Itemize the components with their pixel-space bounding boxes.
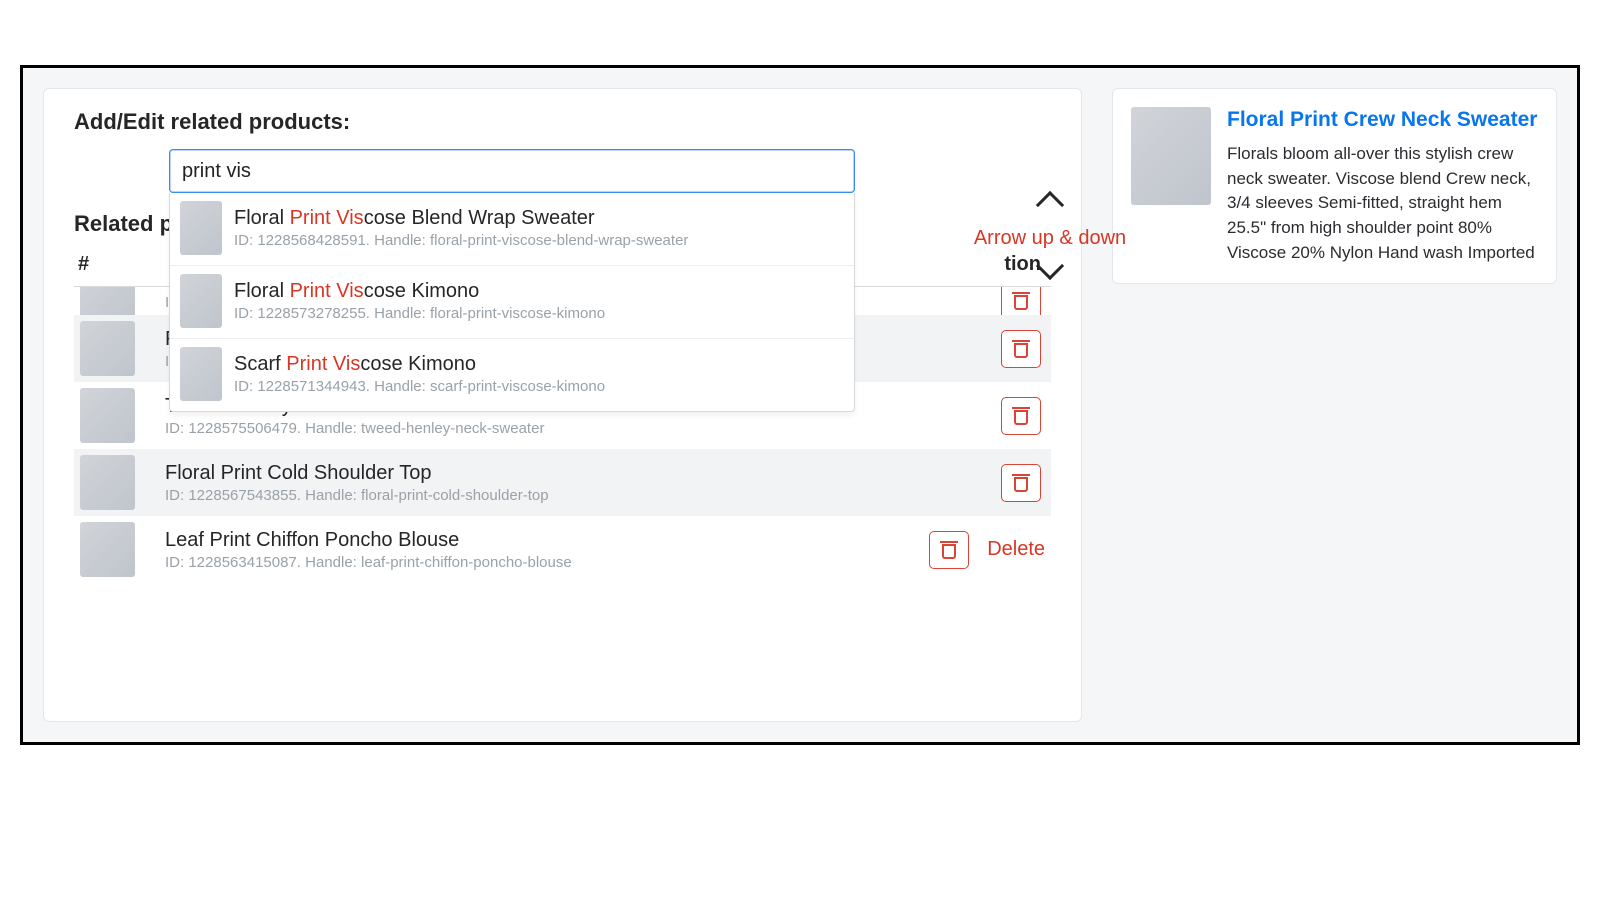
product-thumb (80, 455, 135, 510)
product-thumb (180, 274, 222, 328)
search-area: Floral Print Viscose Blend Wrap SweaterI… (169, 149, 1051, 193)
row-meta: ID: 1228567543855. Handle: floral-print-… (165, 487, 1001, 504)
autocomplete-item[interactable]: Floral Print Viscose Blend Wrap Sweater I… (170, 193, 854, 265)
suggestion-title: Floral Print Viscose Kimono (234, 280, 605, 303)
product-title-link[interactable]: Floral Print Crew Neck Sweater (1227, 107, 1538, 132)
product-thumb (180, 201, 222, 255)
row-meta: ID: 1228575506479. Handle: tweed-henley-… (165, 420, 1001, 437)
product-thumb (80, 388, 135, 443)
suggestion-title: Floral Print Viscose Blend Wrap Sweater (234, 207, 688, 230)
col-action-header: tion (931, 253, 1051, 276)
suggestion-title: Scarf Print Viscose Kimono (234, 353, 605, 376)
product-thumb (80, 287, 135, 315)
product-thumb (1131, 107, 1211, 205)
suggestion-meta: ID: 1228571344943. Handle: scarf-print-v… (234, 378, 605, 395)
section-heading: Add/Edit related products: (74, 109, 1051, 135)
row-title: Leaf Print Chiffon Poncho Blouse (165, 529, 929, 552)
delete-button[interactable] (1001, 397, 1041, 435)
autocomplete-item[interactable]: Floral Print Viscose Kimono ID: 122857327… (170, 265, 854, 338)
delete-label-callout: Delete (987, 538, 1045, 561)
search-input[interactable] (169, 149, 855, 193)
suggestion-meta: ID: 1228573278255. Handle: floral-print-… (234, 305, 605, 322)
row-meta: ID: 1228563415087. Handle: leaf-print-ch… (165, 554, 929, 571)
delete-button[interactable] (1001, 464, 1041, 502)
autocomplete-item[interactable]: Scarf Print Viscose Kimono ID: 1228571344… (170, 338, 854, 411)
trash-icon (1013, 474, 1029, 492)
product-thumb (180, 347, 222, 401)
trash-icon (1013, 340, 1029, 358)
delete-button[interactable] (1001, 287, 1041, 315)
related-products-editor: Add/Edit related products: Floral Print … (43, 88, 1082, 722)
trash-icon (1013, 407, 1029, 425)
delete-button[interactable] (1001, 330, 1041, 368)
current-product-card: Floral Print Crew Neck Sweater Florals b… (1112, 88, 1557, 284)
autocomplete-dropdown: Floral Print Viscose Blend Wrap Sweater I… (169, 193, 855, 412)
row-title: Floral Print Cold Shoulder Top (165, 462, 1001, 485)
product-thumb (80, 321, 135, 376)
product-thumb (80, 522, 135, 577)
table-row: Leaf Print Chiffon Poncho Blouse ID: 122… (74, 516, 1051, 583)
app-frame: Add/Edit related products: Floral Print … (20, 65, 1580, 745)
suggestion-meta: ID: 1228568428591. Handle: floral-print-… (234, 232, 688, 249)
table-row: Floral Print Cold Shoulder Top ID: 12285… (74, 449, 1051, 516)
product-description: Florals bloom all-over this stylish crew… (1227, 142, 1538, 265)
trash-icon (941, 541, 957, 559)
delete-button[interactable] (929, 531, 969, 569)
col-thumb-header: # (78, 253, 168, 276)
trash-icon (1013, 292, 1029, 310)
